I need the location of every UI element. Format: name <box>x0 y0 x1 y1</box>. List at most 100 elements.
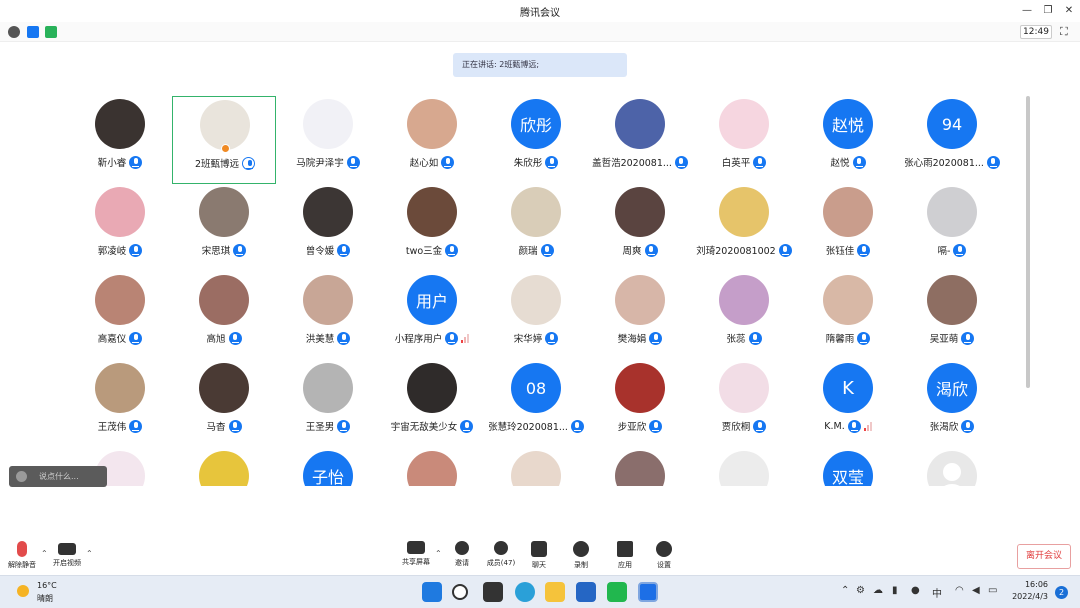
show-hidden-icons-chevron-icon[interactable]: ⌃ <box>841 585 849 596</box>
participant-tile[interactable]: 宋思琪 <box>172 184 276 272</box>
weather-condition[interactable]: 晴朗 <box>37 593 53 604</box>
participant-tile[interactable]: 马杳 <box>172 360 276 448</box>
mail-icon[interactable] <box>576 582 596 602</box>
participant-tile[interactable]: 宋华婷 <box>484 272 588 360</box>
participant-tile[interactable]: 颜瑞 <box>484 184 588 272</box>
participant-tile[interactable]: 刘琦2020081002 <box>692 184 796 272</box>
participant-tile[interactable] <box>692 448 796 486</box>
participant-tile[interactable]: 赵心如 <box>380 96 484 184</box>
tencent-meeting-icon[interactable] <box>638 582 658 602</box>
ime-indicator[interactable]: 中 <box>932 585 942 600</box>
battery-icon[interactable]: ▭ <box>988 585 997 596</box>
chat-button[interactable]: 聊天 <box>528 541 550 573</box>
start-icon[interactable] <box>422 582 442 602</box>
microphone-icon[interactable]: ● <box>911 585 920 596</box>
participant-tile[interactable] <box>588 448 692 486</box>
chat-input[interactable]: 说点什么... <box>9 466 107 487</box>
share-screen-button[interactable]: 共享屏幕 <box>400 541 432 573</box>
mic-icon <box>953 243 967 257</box>
participant-tile[interactable]: 子怡 <box>276 448 380 486</box>
participant-tile[interactable]: 王圣男 <box>276 360 380 448</box>
task-view-icon[interactable] <box>483 582 503 602</box>
fullscreen-icon[interactable]: ⛶ <box>1060 26 1072 38</box>
participant-tile[interactable]: 双莹 <box>796 448 900 486</box>
participant-tile[interactable]: 高嘉仪 <box>68 272 172 360</box>
signal-icon[interactable] <box>45 26 57 38</box>
taskbar-time[interactable]: 16:06 <box>1014 580 1048 589</box>
unmute-button[interactable]: 解除静音 <box>6 541 38 573</box>
tray-app-icon[interactable]: ⚙ <box>856 585 865 596</box>
participant-tile[interactable]: 洪美慧 <box>276 272 380 360</box>
chat-emoji-icon[interactable] <box>16 471 27 482</box>
default-avatar-icon <box>943 463 961 481</box>
participant-tile[interactable]: 樊海娟 <box>588 272 692 360</box>
participant-tile[interactable]: 步亚欣 <box>588 360 692 448</box>
audio-options-chevron-icon[interactable]: ⌃ <box>41 549 48 558</box>
participant-tile[interactable]: 靳小睿 <box>68 96 172 184</box>
participant-tile[interactable]: 张钰佳 <box>796 184 900 272</box>
tray-app-2-icon[interactable]: ▮ <box>892 585 898 596</box>
participant-tile[interactable]: 94 张心雨2020081... <box>900 96 1004 184</box>
sun-icon[interactable] <box>17 585 29 597</box>
participant-name-row: 小程序用户 <box>380 331 484 345</box>
leave-meeting-button[interactable]: 离开会议 <box>1017 544 1071 569</box>
participant-tile[interactable]: 宇宙无敌美少女 <box>380 360 484 448</box>
participant-name-row: 高嘉仪 <box>68 331 172 345</box>
participant-name: 2班甄博远 <box>194 159 240 170</box>
participant-tile[interactable] <box>484 448 588 486</box>
participant-tile[interactable]: 吴亚萌 <box>900 272 1004 360</box>
restore-button[interactable]: ❐ <box>1037 2 1059 20</box>
start-video-button[interactable]: 开启视频 <box>51 541 83 573</box>
video-options-chevron-icon[interactable]: ⌃ <box>86 549 93 558</box>
participant-tile[interactable]: 马院尹泽宇 <box>276 96 380 184</box>
participant-tile[interactable]: 2班甄博远 <box>172 96 276 184</box>
volume-icon[interactable]: ◀ <box>972 585 980 596</box>
close-button[interactable]: ✕ <box>1058 2 1080 20</box>
taskbar-date[interactable]: 2022/4/3 <box>1004 592 1048 601</box>
apps-button[interactable]: 应用 <box>614 541 636 573</box>
participant-name: 步亚欣 <box>617 422 647 433</box>
edge-icon[interactable] <box>515 582 535 602</box>
participant-tile[interactable]: 渴欣 张渴欣 <box>900 360 1004 448</box>
info-icon[interactable] <box>8 26 20 38</box>
settings-button[interactable]: 设置 <box>653 541 675 573</box>
participant-tile[interactable]: 白英平 <box>692 96 796 184</box>
participant-tile[interactable]: 欣彤 朱欣彤 <box>484 96 588 184</box>
participant-tile[interactable]: 赵悦 赵悦 <box>796 96 900 184</box>
participant-tile[interactable]: 张蕊 <box>692 272 796 360</box>
participant-tile[interactable]: 郭凌岐 <box>68 184 172 272</box>
participant-tile[interactable]: 盖哲浩2020081... <box>588 96 692 184</box>
participant-avatar <box>95 187 145 237</box>
grid-scrollbar[interactable] <box>1026 96 1030 388</box>
wechat-icon[interactable] <box>607 582 627 602</box>
members-button[interactable]: 成员(47) <box>484 541 518 573</box>
participant-tile[interactable]: 周爽 <box>588 184 692 272</box>
invite-button[interactable]: 邀请 <box>450 541 474 573</box>
file-explorer-icon[interactable] <box>545 582 565 602</box>
participant-tile[interactable]: two三金 <box>380 184 484 272</box>
participant-tile[interactable]: 用户 小程序用户 <box>380 272 484 360</box>
participant-tile[interactable]: 08 张慧玲2020081... <box>484 360 588 448</box>
participant-tile[interactable] <box>172 448 276 486</box>
minimize-button[interactable]: — <box>1016 2 1038 20</box>
participant-avatar: 赵悦 <box>823 99 873 149</box>
participant-tile[interactable] <box>900 448 1004 486</box>
participant-tile[interactable]: K K.M. <box>796 360 900 448</box>
weather-temperature[interactable]: 16°C <box>37 581 57 590</box>
participant-tile[interactable]: 贾欣桐 <box>692 360 796 448</box>
shield-icon[interactable] <box>27 26 39 38</box>
share-options-chevron-icon[interactable]: ⌃ <box>435 549 442 558</box>
participant-tile[interactable]: 高旭 <box>172 272 276 360</box>
participant-avatar <box>927 187 977 237</box>
participant-tile[interactable]: 隋馨雨 <box>796 272 900 360</box>
notification-badge[interactable]: 2 <box>1055 586 1068 599</box>
participant-tile[interactable]: 曾令媛 <box>276 184 380 272</box>
participant-tile[interactable]: 嗝- <box>900 184 1004 272</box>
wifi-icon[interactable]: ◠ <box>955 585 964 596</box>
record-button[interactable]: 录制 <box>570 541 592 573</box>
participant-tile[interactable] <box>380 448 484 486</box>
participant-tile[interactable]: 王茂伟 <box>68 360 172 448</box>
onedrive-icon[interactable]: ☁ <box>873 585 883 596</box>
search-icon[interactable] <box>452 584 468 600</box>
mic-icon <box>570 419 584 433</box>
